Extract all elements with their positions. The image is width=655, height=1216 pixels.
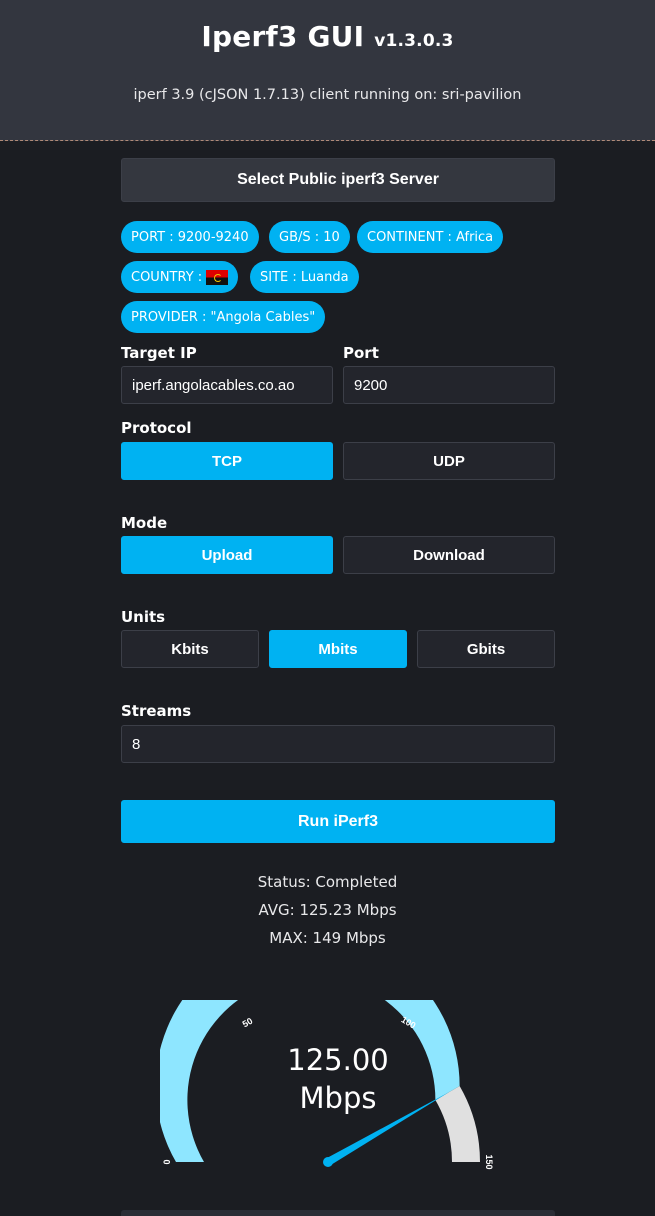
tag-provider: PROVIDER : "Angola Cables": [121, 301, 326, 333]
tag-port: PORT : 9200-9240: [121, 221, 259, 253]
units-gbits-button[interactable]: Gbits: [417, 630, 555, 668]
protocol-tcp-button[interactable]: TCP: [121, 442, 333, 480]
app-title-text: Iperf3 GUI: [201, 20, 365, 53]
mode-upload-button[interactable]: Upload: [121, 536, 333, 574]
select-server-button[interactable]: Select Public iperf3 Server: [121, 158, 555, 202]
streams-input[interactable]: [121, 725, 555, 763]
app-title: Iperf3 GUI v1.3.0.3: [0, 20, 655, 53]
avg-text: AVG: 125.23 Mbps: [258, 901, 397, 919]
units-mbits-button[interactable]: Mbits: [269, 630, 407, 668]
max-text: MAX: 149 Mbps: [269, 929, 386, 947]
gauge-remaining-arc: [435, 1086, 480, 1162]
target-ip-input[interactable]: [121, 366, 333, 404]
status-text: Status: Completed: [257, 873, 398, 891]
angola-flag-icon: [206, 269, 229, 285]
gauge-tick-label: 50: [241, 1016, 255, 1030]
run-iperf-button[interactable]: Run iPerf3: [121, 800, 555, 843]
tag-country-label: COUNTRY :: [131, 269, 203, 285]
client-info: iperf 3.9 (cJSON 1.7.13) client running …: [133, 87, 522, 103]
target-ip-label: Target IP: [121, 344, 197, 362]
streams-label: Streams: [121, 702, 192, 720]
tag-continent: CONTINENT : Africa: [357, 221, 504, 253]
speed-gauge: 0 50 100 150 125.00 Mbps: [160, 1000, 494, 1170]
protocol-label: Protocol: [121, 419, 192, 437]
gauge-value: 125.00: [287, 1043, 388, 1077]
app-header: Iperf3 GUI v1.3.0.3 iperf 3.9 (cJSON 1.7…: [0, 0, 655, 141]
gauge-needle-hub: [323, 1157, 333, 1167]
units-label: Units: [121, 608, 166, 626]
bottom-panel-edge: [121, 1210, 555, 1216]
port-label: Port: [343, 344, 379, 362]
gauge-tick-label: 150: [484, 1154, 494, 1169]
mode-label: Mode: [121, 514, 168, 532]
protocol-udp-button[interactable]: UDP: [343, 442, 555, 480]
port-input[interactable]: [343, 366, 555, 404]
tag-site: SITE : Luanda: [250, 261, 359, 293]
gauge-tick-label: 0: [162, 1159, 172, 1164]
units-kbits-button[interactable]: Kbits: [121, 630, 259, 668]
tag-country: COUNTRY :: [121, 261, 239, 293]
app-version: v1.3.0.3: [374, 31, 454, 51]
tag-gbs: GB/S : 10: [269, 221, 350, 253]
gauge-unit: Mbps: [300, 1081, 377, 1115]
mode-download-button[interactable]: Download: [343, 536, 555, 574]
